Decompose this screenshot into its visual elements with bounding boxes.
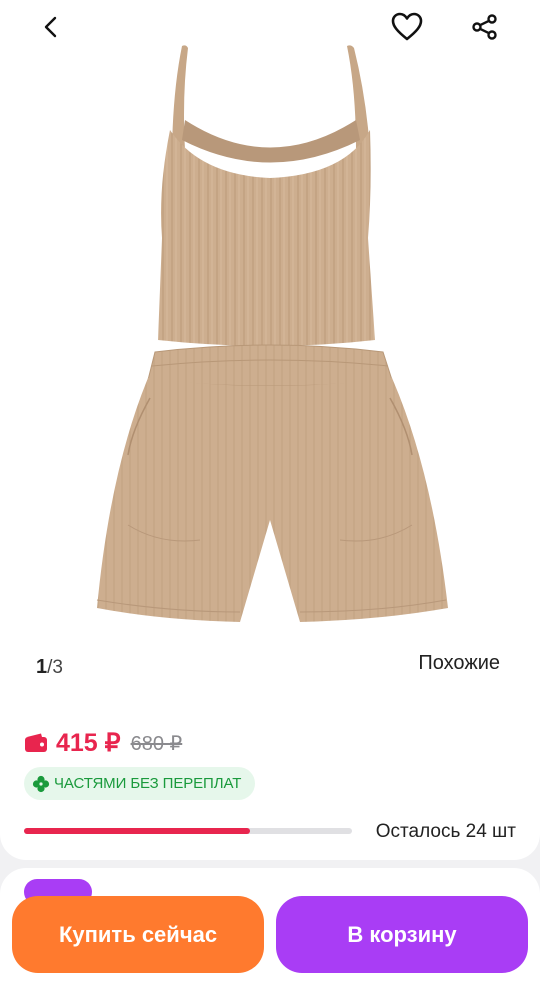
product-card: 1/3 Похожие 415 ₽ 680 ₽ ЧАСТЯМИ БЕЗ ПЕРЕ…: [0, 0, 540, 860]
similar-link[interactable]: Похожие: [418, 652, 500, 675]
stock-remaining-text: Осталось 24 шт: [375, 821, 516, 842]
back-icon: [44, 16, 57, 38]
share-icon: [472, 14, 497, 40]
image-counter: 1/3: [36, 656, 63, 679]
stock-progress-fill: [24, 828, 251, 834]
wallet-icon: [25, 733, 47, 752]
heart-icon: [391, 12, 423, 41]
buy-now-button[interactable]: Купить сейчас: [12, 896, 264, 973]
product-image-gallery[interactable]: 1/3 Похожие: [0, 0, 540, 700]
installments-text: ЧАСТЯМИ БЕЗ ПЕРЕПЛАТ: [54, 775, 242, 792]
image-counter-total: 3: [52, 657, 63, 678]
price-row: 415 ₽ 680 ₽: [24, 728, 182, 758]
old-price: 680 ₽: [130, 732, 183, 755]
installments-badge[interactable]: ЧАСТЯМИ БЕЗ ПЕРЕПЛАТ: [24, 767, 256, 800]
share-button[interactable]: [466, 8, 504, 46]
product-image: [96, 45, 448, 622]
favorite-button[interactable]: [388, 8, 426, 46]
current-price: 415 ₽: [56, 729, 121, 757]
stock-progress-bar: [24, 828, 352, 834]
clover-icon: [32, 775, 50, 792]
add-to-cart-button[interactable]: В корзину: [276, 896, 528, 973]
image-counter-current: 1: [36, 656, 48, 678]
back-button[interactable]: [33, 8, 71, 46]
